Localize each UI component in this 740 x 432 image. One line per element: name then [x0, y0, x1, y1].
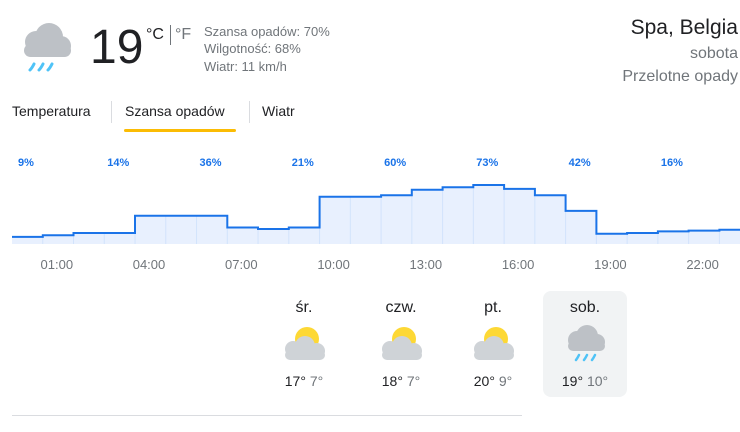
divider	[12, 415, 522, 416]
day-card-temps: 17° 7°	[262, 373, 346, 389]
day-card-name: śr.	[295, 299, 313, 316]
rain-cloud-icon	[560, 324, 610, 364]
partly-cloudy-sun-icon	[468, 324, 518, 364]
tab-temperature[interactable]: Temperatura	[12, 103, 91, 119]
day-card-temps: 18° 7°	[359, 373, 443, 389]
selected-tab-indicator	[124, 129, 236, 132]
current-temperature: 19	[90, 21, 144, 74]
tab-precipitation[interactable]: Szansa opadów	[125, 103, 225, 119]
time-tick-label: 16:00	[502, 257, 535, 272]
day-low-temp: 7°	[309, 373, 324, 389]
day-card-name: czw.	[385, 299, 417, 316]
day-low-temp: 9°	[498, 373, 513, 389]
unit-divider	[170, 25, 171, 45]
day-high-temp: 18°	[381, 373, 403, 389]
day-low-temp: 10°	[586, 373, 609, 389]
day-card-friday[interactable]: pt. 20° 9°	[451, 291, 535, 397]
day-card-name: pt.	[484, 299, 502, 316]
day-card-thursday[interactable]: czw. 18° 7°	[359, 291, 443, 397]
partly-cloudy-sun-icon	[279, 324, 329, 364]
day-card-name: sob.	[569, 299, 601, 316]
day-card-temps: 20° 9°	[451, 373, 535, 389]
humidity-text: Wilgotność: 68%	[204, 41, 301, 56]
day-high-temp: 20°	[473, 373, 495, 389]
day-high-temp: 17°	[284, 373, 306, 389]
precip-value-label: 42%	[569, 157, 591, 169]
time-tick-label: 22:00	[686, 257, 719, 272]
time-tick-label: 10:00	[317, 257, 350, 272]
time-tick-label: 04:00	[133, 257, 166, 272]
unit-celsius-button[interactable]: °C	[146, 26, 164, 44]
day-card-temps: 19° 10°	[543, 373, 627, 389]
precip-value-label: 21%	[292, 157, 314, 169]
unit-fahrenheit-button[interactable]: °F	[175, 26, 191, 44]
time-tick-label: 07:00	[225, 257, 258, 272]
day-high-temp: 19°	[561, 373, 584, 389]
wind-text: Wiatr: 11 km/h	[204, 59, 287, 74]
precip-value-label: 14%	[107, 157, 129, 169]
precip-value-label: 36%	[199, 157, 221, 169]
tab-divider	[249, 101, 250, 123]
time-tick-label: 01:00	[41, 257, 74, 272]
time-tick-label: 13:00	[410, 257, 443, 272]
precip-value-label: 9%	[18, 157, 34, 169]
precip-area	[12, 185, 740, 244]
time-tick-label: 19:00	[594, 257, 627, 272]
day-card-saturday[interactable]: sob. 19° 10°	[543, 291, 627, 397]
tab-divider	[111, 101, 112, 123]
precip-value-label: 60%	[384, 157, 406, 169]
precipitation-chart: 9% 14% 36% 21% 60% 73% 42% 16% 01:00 04:00 07:00 10…	[12, 157, 740, 272]
tab-wind[interactable]: Wiatr	[262, 103, 295, 119]
day-name: sobota	[689, 45, 738, 62]
day-card-wednesday[interactable]: śr. 17° 7°	[262, 291, 346, 397]
partly-cloudy-sun-icon	[376, 324, 426, 364]
location-name: Spa, Belgia	[630, 16, 738, 39]
day-low-temp: 7°	[406, 373, 421, 389]
precip-value-label: 16%	[661, 157, 683, 169]
rain-cloud-icon	[14, 20, 76, 76]
condition-text: Przelotne opady	[622, 68, 738, 85]
precip-chance-text: Szansa opadów: 70%	[204, 24, 330, 39]
precip-value-label: 73%	[476, 157, 498, 169]
